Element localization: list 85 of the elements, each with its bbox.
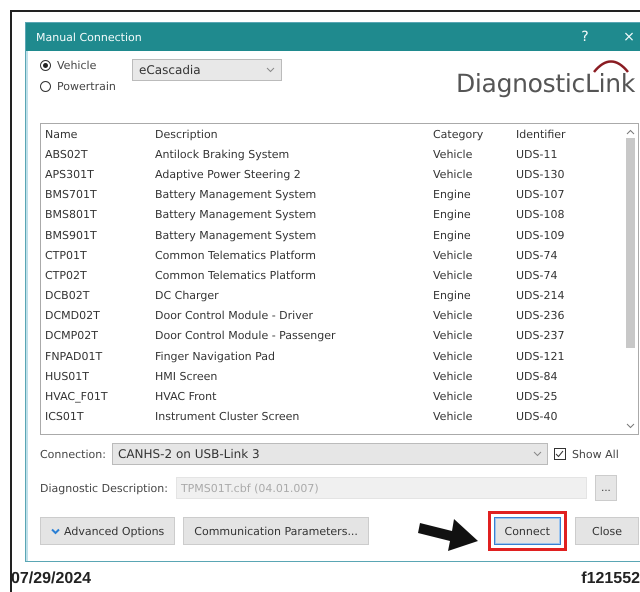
table-cell-text: Adaptive Power Steering 2 [155, 168, 302, 181]
table-cell-text: Common Telematics Platform [155, 268, 317, 282]
table-cell-text: UDS-108 [516, 208, 566, 222]
table-cell-text: UDS-74 [516, 268, 558, 282]
table-cell-text: UDS-107 [516, 188, 566, 202]
table-cell-text: Vehicle [433, 390, 474, 404]
table-cell-text: DCMD02T [45, 309, 101, 322]
table-cell-text: Instrument Cluster Screen [155, 410, 300, 424]
table-cell-text: BMS801T [45, 208, 98, 222]
table-cell-text: DCMP02T [45, 329, 99, 342]
table-cell-text: Engine [433, 208, 472, 222]
table-cell-text: UDS-109 [516, 228, 566, 242]
show-all-label: Show All [572, 448, 619, 460]
table-cell-text: Battery Management System [155, 188, 318, 202]
table-cell-text: Vehicle [433, 410, 474, 424]
table-cell-text: HMI Screen [155, 370, 218, 383]
table-cell-text: Battery Management System [155, 208, 318, 222]
radio-label: Vehicle [57, 59, 96, 72]
table-cell-text: UDS-11 [516, 148, 558, 161]
radio-button[interactable] [40, 60, 51, 71]
table-cell-text: UDS-214 [516, 289, 566, 302]
table-cell-text: UDS-40 [516, 410, 558, 424]
table-cell-text: Vehicle [433, 329, 474, 342]
close-dialog-button[interactable]: Close [575, 517, 639, 545]
table-cell-text: Vehicle [433, 168, 474, 181]
table-cell-text: Door Control Module - Passenger [155, 329, 337, 342]
table-cell-text: BMS901T [45, 228, 98, 242]
scroll-down-icon[interactable] [626, 422, 634, 430]
table-cell-text: UDS-130 [516, 168, 566, 181]
table-cell-text: UDS-121 [516, 350, 566, 363]
table-cell-text: HVAC Front [155, 390, 218, 404]
figure-id: f121552 [581, 570, 640, 588]
table-cell-text: CTP01T [45, 248, 88, 262]
table-cell-text: UDS-84 [516, 370, 558, 383]
table-cell-text: Vehicle [433, 350, 474, 363]
chevron-down-icon [266, 67, 275, 73]
connection-dropdown[interactable]: CANHS-2 on USB-Link 3 [112, 443, 548, 465]
column-header[interactable]: Category [433, 128, 516, 141]
table-cell-text: Battery Management System [155, 228, 318, 242]
column-header[interactable]: Name [45, 128, 155, 141]
table-cell-text: Antilock Braking System [155, 148, 290, 161]
advanced-options-button[interactable]: Advanced Options [40, 517, 176, 545]
table-cell-text: DC Charger [155, 289, 220, 302]
description-label: Diagnostic Description: [40, 482, 168, 494]
chevron-down-icon [51, 528, 60, 534]
radio-label: Powertrain [57, 80, 116, 93]
table-cell-text: DCB02T [45, 289, 90, 302]
table-cell-text: UDS-236 [516, 309, 566, 322]
table-cell-text: HVAC_F01T [45, 390, 109, 404]
table-cell-text: Engine [433, 188, 472, 202]
connection-label: Connection: [40, 448, 106, 460]
connect-button[interactable]: Connect [494, 517, 561, 545]
table-cell-text: Door Control Module - Driver [155, 309, 314, 322]
table-cell-text: Vehicle [433, 309, 474, 322]
table-cell-text: Vehicle [433, 148, 474, 161]
table-cell-text: FNPAD01T [45, 350, 104, 363]
help-button[interactable]: ? [563, 29, 607, 45]
vehicle-dropdown[interactable]: eCascadia [132, 59, 282, 81]
logo-text: DiagnosticLink [456, 69, 635, 98]
table-cell-text: ABS02T [45, 148, 89, 161]
column-header[interactable]: Identifier [516, 128, 606, 141]
table-cell-text: UDS-74 [516, 248, 558, 262]
table-cell-text: Engine [433, 228, 472, 242]
column-header[interactable]: Description [155, 128, 433, 141]
table-cell-text: HUS01T [45, 370, 90, 383]
table-cell-text: Vehicle [433, 370, 474, 383]
table-cell-text: UDS-25 [516, 390, 558, 404]
scroll-up-icon[interactable] [626, 128, 634, 136]
parameters-button[interactable]: Communication Parameters... [183, 517, 369, 545]
table-cell-text: Vehicle [433, 248, 474, 262]
table-cell-text: ICS01T [45, 410, 85, 424]
table-cell-text: CTP02T [45, 268, 88, 282]
show-all-checkbox[interactable] [554, 448, 566, 460]
table-cell-text: Engine [433, 289, 472, 302]
table-cell-text: APS301T [45, 168, 95, 181]
window-title: Manual Connection [36, 30, 143, 44]
table-cell-text: Vehicle [433, 268, 474, 282]
table-cell-text: Common Telematics Platform [155, 248, 317, 262]
chevron-down-icon [532, 451, 542, 457]
date-text: 07/29/2024 [11, 570, 92, 588]
close-button[interactable]: × [607, 29, 640, 45]
table-cell-text: BMS701T [45, 188, 98, 202]
radio-button[interactable] [40, 81, 51, 92]
table-cell-text: UDS-237 [516, 329, 566, 342]
table-cell-text: Finger Navigation Pad [155, 350, 276, 363]
